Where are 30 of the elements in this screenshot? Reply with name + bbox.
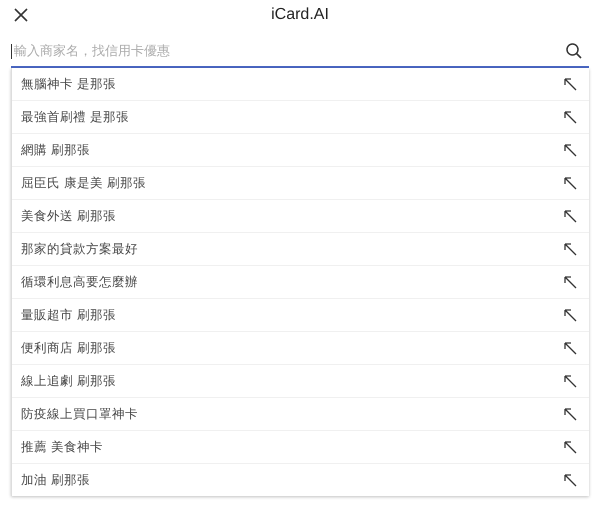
- app-title: iCard.AI: [271, 6, 329, 24]
- arrow-up-left-icon[interactable]: [563, 308, 577, 322]
- arrow-up-left-icon[interactable]: [563, 176, 577, 190]
- suggestion-item[interactable]: 美食外送 刷那張: [12, 199, 589, 232]
- suggestion-item[interactable]: 防疫線上買口罩神卡: [12, 397, 589, 430]
- arrow-up-left-icon[interactable]: [563, 407, 577, 421]
- arrow-up-left-icon[interactable]: [563, 143, 577, 157]
- arrow-up-left-icon[interactable]: [563, 374, 577, 388]
- arrow-up-left-icon[interactable]: [563, 473, 577, 487]
- suggestion-item[interactable]: 那家的貸款方案最好: [12, 232, 589, 265]
- arrow-up-left-icon[interactable]: [563, 341, 577, 355]
- search-field[interactable]: 輸入商家名，找信用卡優惠: [11, 44, 565, 58]
- arrow-up-left-icon[interactable]: [563, 209, 577, 223]
- suggestion-item[interactable]: 無腦神卡 是那張: [12, 68, 589, 100]
- suggestion-item[interactable]: 網購 刷那張: [12, 133, 589, 166]
- suggestion-item[interactable]: 線上追劇 刷那張: [12, 364, 589, 397]
- arrow-up-left-icon[interactable]: [563, 242, 577, 256]
- suggestion-item[interactable]: 最強首刷禮 是那張: [12, 100, 589, 133]
- close-button[interactable]: [12, 6, 30, 24]
- suggestion-item[interactable]: 推薦 美食神卡: [12, 430, 589, 463]
- arrow-up-left-icon[interactable]: [563, 77, 577, 91]
- suggestion-item[interactable]: 加油 刷那張: [12, 463, 589, 496]
- suggestion-item[interactable]: 循環利息高要怎麼辦: [12, 265, 589, 298]
- arrow-up-left-icon[interactable]: [563, 440, 577, 454]
- arrow-up-left-icon[interactable]: [563, 275, 577, 289]
- search-icon[interactable]: [565, 42, 583, 60]
- suggestion-item[interactable]: 量販超市 刷那張: [12, 298, 589, 331]
- suggestion-item[interactable]: 屈臣氏 康是美 刷那張: [12, 166, 589, 199]
- suggestion-item[interactable]: 便利商店 刷那張: [12, 331, 589, 364]
- arrow-up-left-icon[interactable]: [563, 110, 577, 124]
